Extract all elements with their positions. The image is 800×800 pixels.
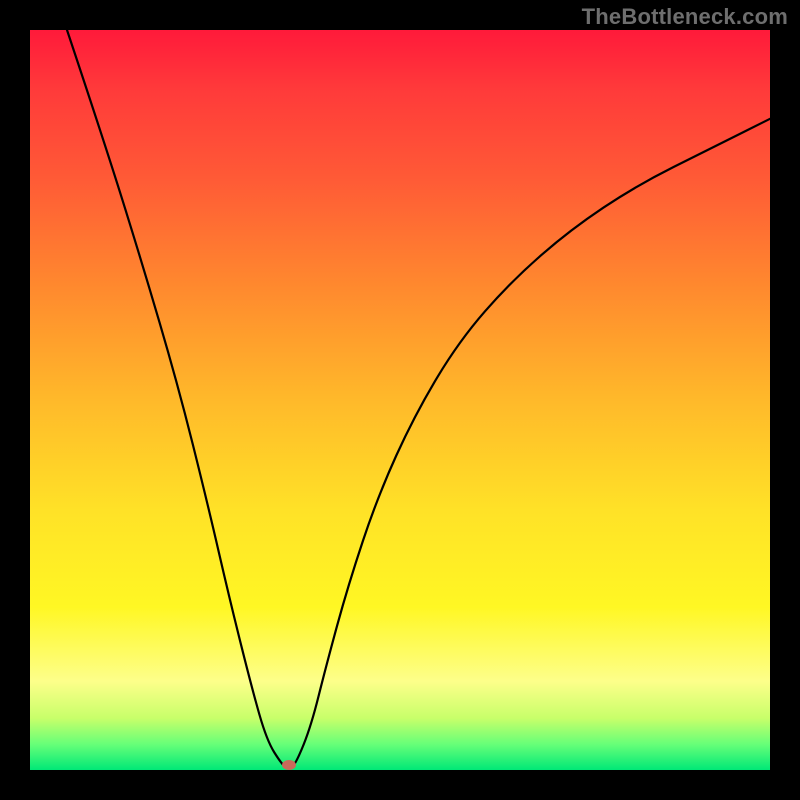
minimum-marker — [282, 760, 296, 770]
watermark-text: TheBottleneck.com — [582, 4, 788, 30]
curve-svg — [30, 30, 770, 770]
plot-area — [30, 30, 770, 770]
chart-frame: TheBottleneck.com — [0, 0, 800, 800]
bottleneck-curve — [67, 30, 770, 768]
